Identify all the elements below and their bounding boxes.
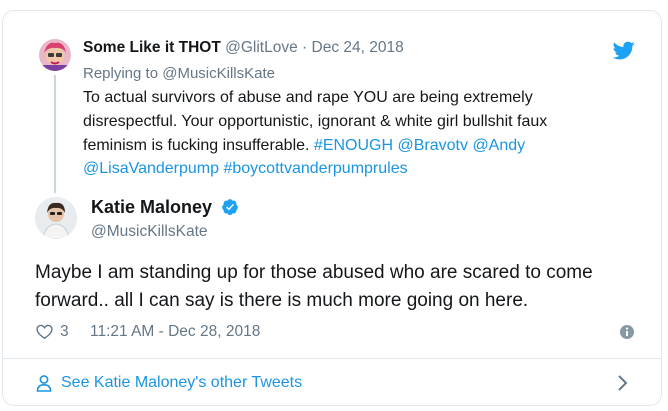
author-name-row: Katie Maloney xyxy=(91,197,239,218)
hashtag-boycottvanderpumprules[interactable]: #boycottvanderpumprules xyxy=(223,160,407,177)
tweet-text: Maybe I am standing up for those abused … xyxy=(35,262,593,311)
verified-badge-icon xyxy=(222,199,238,216)
mention-bravotv[interactable]: @Bravotv xyxy=(398,137,468,154)
replying-to-mention[interactable]: @MusicKillsKate xyxy=(162,65,275,82)
chevron-right-icon[interactable] xyxy=(613,373,631,393)
see-other-tweets-link[interactable]: See Katie Maloney's other Tweets xyxy=(61,374,302,392)
author-avatar[interactable] xyxy=(35,197,77,239)
author-handle[interactable]: @MusicKillsKate xyxy=(91,223,208,241)
tweet-embed-card: Some Like it THOT @GlitLove · Dec 24, 20… xyxy=(2,10,662,406)
tweet-author[interactable]: Katie Maloney @MusicKillsKate xyxy=(35,197,335,247)
like-count: 3 xyxy=(60,322,69,340)
tweet-timestamp[interactable]: 11:21 AM - Dec 28, 2018 xyxy=(90,323,260,341)
parent-handle[interactable]: @GlitLove xyxy=(225,39,298,56)
heart-icon xyxy=(36,324,53,340)
author-display-name[interactable]: Katie Maloney xyxy=(91,197,212,217)
hashtag-enough[interactable]: #ENOUGH xyxy=(314,137,393,154)
other-tweets-footer[interactable]: See Katie Maloney's other Tweets xyxy=(3,358,661,407)
like-button[interactable]: 3 xyxy=(35,322,69,341)
parent-tweet-text: To actual survivors of abuse and rape YO… xyxy=(83,86,583,181)
replying-to-prefix: Replying to xyxy=(83,65,159,82)
parent-date[interactable]: Dec 24, 2018 xyxy=(312,39,404,56)
info-icon[interactable] xyxy=(619,324,635,340)
mention-andy[interactable]: @Andy xyxy=(472,137,525,154)
tweet-meta: 3 11:21 AM - Dec 28, 2018 xyxy=(35,322,645,344)
parent-display-name[interactable]: Some Like it THOT xyxy=(83,39,221,56)
mention-lisavanderpump[interactable]: @LisaVanderpump xyxy=(83,160,219,177)
person-icon xyxy=(36,375,52,392)
parent-tweet[interactable]: Some Like it THOT @GlitLove · Dec 24, 20… xyxy=(3,11,661,193)
separator-dot: · xyxy=(302,39,308,56)
parent-avatar[interactable] xyxy=(39,39,71,71)
parent-header: Some Like it THOT @GlitLove · Dec 24, 20… xyxy=(83,39,404,57)
replying-to-line: Replying to @MusicKillsKate xyxy=(83,65,275,82)
thread-connector-line xyxy=(54,75,56,193)
twitter-bird-icon[interactable] xyxy=(613,39,635,61)
